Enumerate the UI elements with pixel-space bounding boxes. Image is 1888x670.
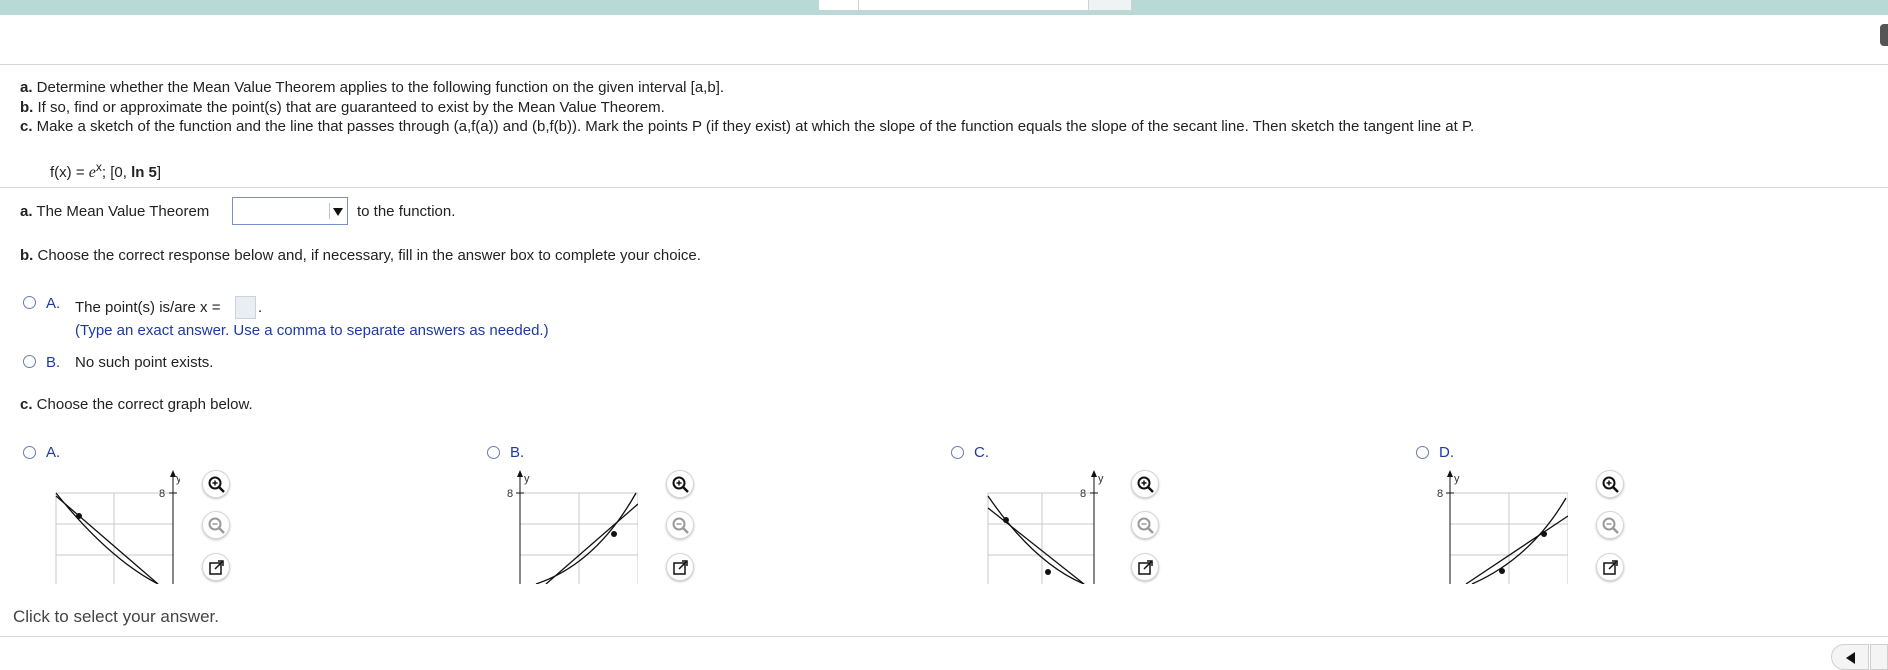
popout-icon bbox=[1138, 560, 1153, 575]
graph-b-tick: 8 bbox=[507, 488, 513, 500]
option-b-b-label[interactable]: B. bbox=[46, 354, 60, 371]
graph-b-zoom-out-button[interactable] bbox=[666, 511, 694, 539]
graph-b-label[interactable]: B. bbox=[510, 444, 524, 461]
graph-a-zoom-out-button[interactable] bbox=[202, 511, 230, 539]
graph-d-axis-label: y bbox=[1454, 473, 1460, 485]
zoom-in-icon bbox=[1602, 476, 1619, 493]
zoom-out-icon bbox=[1137, 517, 1154, 534]
mvt-applies-dropdown[interactable] bbox=[232, 197, 348, 225]
zoom-in-icon bbox=[208, 476, 225, 493]
radio-graph-c[interactable] bbox=[951, 446, 964, 459]
graph-b-axis-label: y bbox=[524, 473, 530, 485]
zoom-out-icon bbox=[1602, 517, 1619, 534]
graph-d-zoom-in-button[interactable] bbox=[1596, 470, 1624, 498]
graph-c-zoom-out-button[interactable] bbox=[1131, 511, 1159, 539]
popout-icon bbox=[673, 560, 688, 575]
header-divider bbox=[0, 64, 1888, 65]
radio-b-option-b[interactable] bbox=[23, 355, 36, 368]
radio-graph-b[interactable] bbox=[487, 446, 500, 459]
problem-part-b: b. If so, find or approximate the point(… bbox=[20, 99, 665, 116]
graph-a-label[interactable]: A. bbox=[46, 444, 60, 461]
previous-button[interactable] bbox=[1831, 644, 1869, 670]
radio-graph-d[interactable] bbox=[1416, 446, 1429, 459]
point-answer-input[interactable] bbox=[235, 296, 256, 319]
graph-d[interactable]: y 8 bbox=[1436, 468, 1568, 584]
radio-b-option-a[interactable] bbox=[23, 296, 36, 309]
graph-c-popout-button[interactable] bbox=[1131, 553, 1159, 581]
graph-b[interactable]: y 8 bbox=[506, 468, 638, 584]
option-b-a-text: The point(s) is/are x = bbox=[75, 299, 221, 316]
graph-b-popout-button[interactable] bbox=[666, 553, 694, 581]
top-tab-middle[interactable] bbox=[858, 0, 1090, 11]
graph-d-zoom-out-button[interactable] bbox=[1596, 511, 1624, 539]
graph-a-popout-button[interactable] bbox=[202, 553, 230, 581]
zoom-in-icon bbox=[1137, 476, 1154, 493]
graph-a-zoom-in-button[interactable] bbox=[202, 470, 230, 498]
graph-b-zoom-in-button[interactable] bbox=[666, 470, 694, 498]
next-button[interactable] bbox=[1870, 644, 1888, 670]
zoom-out-icon bbox=[208, 517, 225, 534]
top-tab-left[interactable] bbox=[818, 0, 860, 11]
question-b-prompt: b. Choose the correct response below and… bbox=[20, 247, 701, 264]
option-b-b-text: No such point exists. bbox=[75, 354, 214, 371]
popout-icon bbox=[1603, 560, 1618, 575]
graph-d-tick: 8 bbox=[1437, 488, 1443, 500]
graph-c[interactable]: y 8 bbox=[984, 468, 1116, 584]
problem-part-c: c. Make a sketch of the function and the… bbox=[20, 118, 1475, 135]
function-definition: f(x) = ex; [0, ln 5] bbox=[50, 160, 162, 181]
option-b-a-label[interactable]: A. bbox=[46, 295, 60, 312]
question-c-prompt: c. Choose the correct graph below. bbox=[20, 396, 253, 413]
graph-d-popout-button[interactable] bbox=[1596, 553, 1624, 581]
settings-gear-icon[interactable] bbox=[1880, 24, 1888, 46]
problem-part-a: a. Determine whether the Mean Value Theo… bbox=[20, 79, 725, 96]
graph-d-label[interactable]: D. bbox=[1439, 444, 1454, 461]
graph-a-axis-label: y bbox=[176, 473, 180, 485]
radio-graph-a[interactable] bbox=[23, 446, 36, 459]
graph-a-tick: 8 bbox=[159, 488, 165, 500]
graph-c-tick: 8 bbox=[1080, 488, 1086, 500]
answer-format-hint: (Type an exact answer. Use a comma to se… bbox=[75, 322, 549, 339]
question-a-prompt: a. The Mean Value Theorem bbox=[20, 203, 210, 220]
question-a-suffix: to the function. bbox=[357, 203, 456, 220]
graph-c-axis-label: y bbox=[1098, 473, 1104, 485]
dropdown-arrow-icon bbox=[329, 203, 344, 219]
status-message: Click to select your answer. bbox=[13, 607, 219, 626]
top-tab-right[interactable] bbox=[1088, 0, 1132, 11]
zoom-out-icon bbox=[672, 517, 689, 534]
graph-a[interactable]: y 8 bbox=[48, 468, 180, 584]
zoom-in-icon bbox=[672, 476, 689, 493]
option-b-a-period: . bbox=[258, 299, 263, 316]
graph-c-label[interactable]: C. bbox=[974, 444, 989, 461]
graph-c-zoom-in-button[interactable] bbox=[1131, 470, 1159, 498]
footer-divider bbox=[0, 636, 1888, 637]
popout-icon bbox=[209, 560, 224, 575]
top-bar bbox=[0, 0, 1888, 15]
section-divider bbox=[0, 187, 1888, 188]
